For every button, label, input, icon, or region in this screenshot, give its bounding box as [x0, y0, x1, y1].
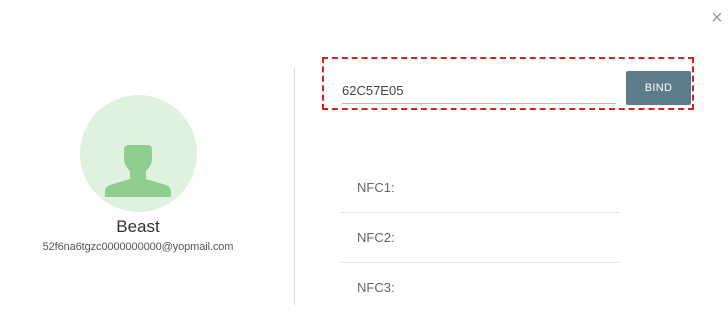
nfc-list: NFC1: NFC2: NFC3:: [340, 163, 620, 313]
nfc-slot-1: NFC1:: [340, 163, 620, 213]
user-email: 52f6na6tgzc0000000000@yopmail.com: [42, 241, 234, 253]
user-name: Beast: [116, 217, 160, 236]
nfc-slot-3: NFC3:: [357, 280, 395, 295]
bind-button[interactable]: BIND: [626, 71, 691, 105]
avatar: [80, 95, 197, 212]
vertical-divider: [294, 68, 295, 305]
card-id-input[interactable]: [342, 77, 616, 104]
nfc-slot-2: NFC2:: [340, 213, 620, 263]
close-button[interactable]: ×: [711, 8, 728, 28]
user-silhouette-icon: [105, 145, 171, 197]
